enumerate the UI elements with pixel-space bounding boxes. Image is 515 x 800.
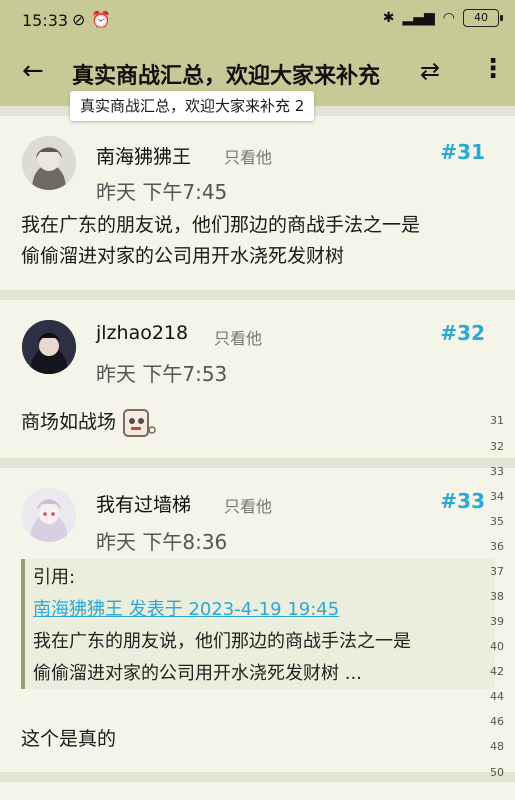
floor-number: #32: [440, 321, 485, 345]
post-content: 我在广东的朋友说，他们那边的商战手法之一是 偷偷溜进对家的公司用开水浇死发财树: [21, 210, 491, 272]
gutter-number: 50: [490, 766, 504, 779]
avatar-image: [22, 488, 76, 542]
author-name[interactable]: jlzhao218: [96, 322, 188, 344]
content-line: 这个是真的: [21, 728, 117, 750]
title-tooltip: 真实商战汇总，欢迎大家来补充 2: [70, 91, 315, 121]
gutter-number: 39: [490, 615, 504, 628]
floor-number: #31: [440, 140, 485, 164]
gutter-number: 46: [490, 715, 504, 728]
content-line: 偷偷溜进对家的公司用开水浇死发财树: [21, 245, 345, 267]
bluetooth-icon: ✱: [382, 10, 395, 26]
gutter-number: 35: [490, 515, 504, 528]
gutter-number: 32: [490, 440, 504, 453]
back-arrow-icon[interactable]: ←: [22, 58, 44, 84]
quote-label: 引用:: [33, 567, 76, 588]
only-him-link[interactable]: 只看他: [224, 144, 272, 168]
avatar-image: [22, 320, 76, 374]
status-notification-icons: ⊘⏰: [72, 10, 117, 29]
gutter-number: 31: [490, 414, 504, 427]
floor-number: #33: [440, 489, 485, 513]
author-name[interactable]: 南海狒狒王: [96, 142, 191, 169]
only-him-link[interactable]: 只看他: [214, 325, 262, 349]
status-right-icons: ✱ ▂▄▆ ◠ 40: [382, 9, 503, 27]
status-time: 15:33: [22, 11, 69, 30]
battery-icon: 40: [463, 9, 503, 27]
quote-source-link[interactable]: 南海狒狒王 发表于 2023-4-19 19:45: [33, 599, 339, 620]
post-next: [0, 782, 515, 800]
status-bar: 15:33 ⊘⏰ ✱ ▂▄▆ ◠ 40: [0, 0, 515, 40]
quote-source[interactable]: 南海狒狒王 发表于 2023-4-19 19:45: [33, 595, 339, 621]
gutter-number: 48: [490, 740, 504, 753]
gutter-number: 38: [490, 590, 504, 603]
post-32: jlzhao218 只看他 #32 昨天 下午7:53 商场如战场: [0, 300, 515, 458]
thread-title: 真实商战汇总，欢迎大家来补充: [72, 64, 381, 89]
post-content: 这个是真的: [21, 724, 491, 755]
signal-icon: ▂▄▆: [402, 10, 435, 26]
gutter-number: 40: [490, 640, 504, 653]
alarm-icon: ⏰: [91, 10, 118, 29]
post-time: 昨天 下午7:45: [96, 180, 228, 204]
avatar-image: [22, 136, 76, 190]
post-time: 昨天 下午8:36: [96, 530, 228, 554]
quote-line: 偷偷溜进对家的公司用开水浇死发财树 ...: [33, 663, 362, 684]
author-name[interactable]: 我有过墙梯: [96, 490, 191, 517]
gutter-number: 42: [490, 665, 504, 678]
content-line: 商场如战场: [21, 411, 117, 433]
quote-block: 引用: 南海狒狒王 发表于 2023-4-19 19:45 我在广东的朋友说，他…: [21, 559, 495, 689]
wifi-icon: ◠: [442, 10, 455, 26]
divider: [0, 290, 515, 300]
quote-line: 我在广东的朋友说，他们那边的商战手法之一是: [33, 631, 411, 652]
gutter-number: 33: [490, 465, 504, 478]
post-content: 商场如战场: [21, 407, 491, 438]
post-time: 昨天 下午7:53: [96, 362, 228, 386]
more-vert-icon[interactable]: ⋮: [480, 54, 506, 84]
post-31: 南海狒狒王 只看他 #31 昨天 下午7:45 我在广东的朋友说，他们那边的商战…: [0, 116, 515, 290]
gutter-number: 34: [490, 490, 504, 503]
content-line: 我在广东的朋友说，他们那边的商战手法之一是: [21, 214, 421, 236]
mute-icon: ⊘: [72, 10, 92, 29]
avatar[interactable]: [22, 136, 76, 190]
divider: [0, 772, 515, 782]
avatar[interactable]: [22, 320, 76, 374]
only-him-link[interactable]: 只看他: [224, 493, 272, 517]
gutter-number: 44: [490, 690, 504, 703]
divider: [0, 458, 515, 468]
swap-icon[interactable]: ⇄: [420, 57, 440, 85]
gutter-number: 37: [490, 565, 504, 578]
emoji-icon: [123, 408, 156, 437]
avatar[interactable]: [22, 488, 76, 542]
gutter-number: 36: [490, 540, 504, 553]
